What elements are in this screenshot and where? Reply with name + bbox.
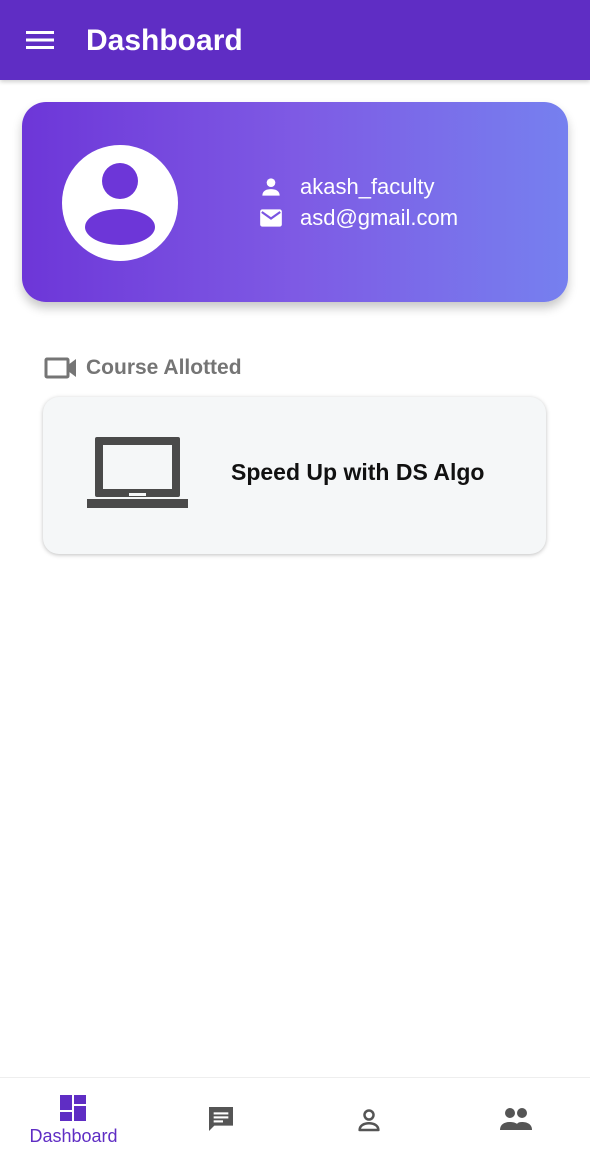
nav-dashboard-label: Dashboard (29, 1126, 118, 1146)
page-title: Dashboard (86, 24, 243, 57)
email-row: asd@gmail.com (258, 203, 458, 233)
username-row: akash_faculty (258, 172, 435, 202)
nav-profile[interactable] (295, 1078, 442, 1158)
username-text: akash_faculty (300, 174, 435, 199)
nav-dashboard[interactable]: Dashboard (0, 1078, 147, 1158)
chat-icon (209, 1107, 233, 1131)
hamburger-menu-icon (26, 31, 54, 49)
course-card[interactable]: Speed Up with DS Algo (43, 397, 546, 554)
profile-card: akash_faculty asd@gmail.com (22, 102, 568, 302)
laptop-icon (87, 437, 188, 508)
course-title: Speed Up with DS Algo (231, 459, 485, 485)
person-icon (262, 178, 280, 196)
person-outline-icon (358, 1109, 380, 1132)
nav-people[interactable] (442, 1078, 589, 1158)
nav-chat[interactable] (147, 1078, 294, 1158)
app-bar: Dashboard (0, 0, 590, 80)
dashboard-icon (60, 1095, 86, 1121)
bottom-navigation: Dashboard (0, 1077, 590, 1158)
mail-icon (260, 209, 282, 227)
email-text: asd@gmail.com (300, 205, 459, 230)
videocam-icon (44, 357, 76, 379)
section-title: Course Allotted (86, 356, 242, 379)
people-icon (500, 1108, 532, 1130)
course-section-header: Course Allotted (44, 352, 242, 384)
avatar-icon (62, 145, 178, 261)
menu-button[interactable] (18, 20, 62, 60)
